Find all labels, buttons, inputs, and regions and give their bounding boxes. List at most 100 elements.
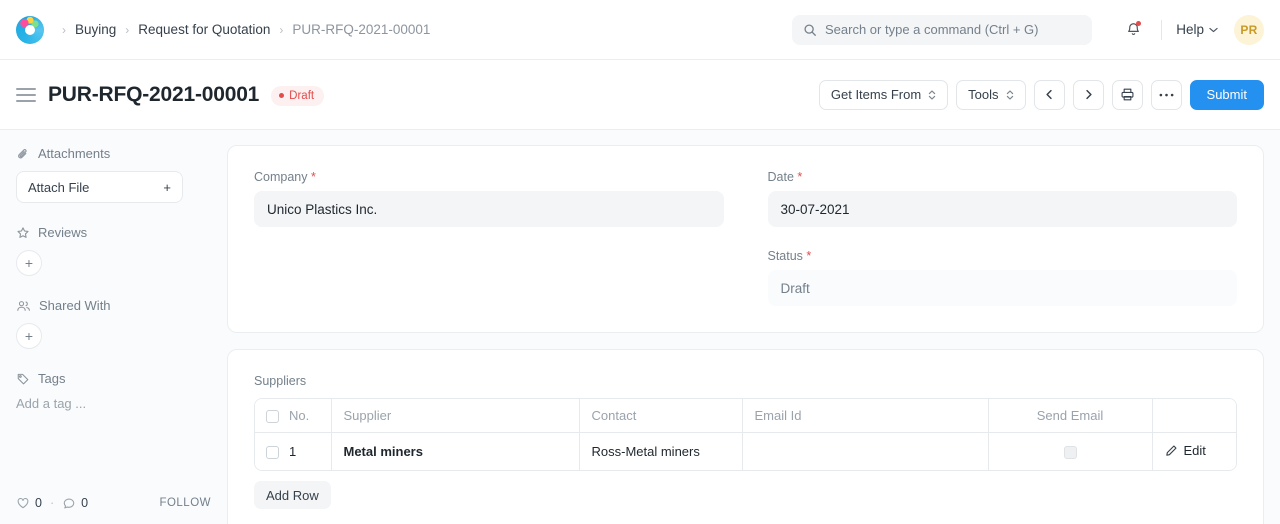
tools-button[interactable]: Tools [956,80,1025,110]
breadcrumb-separator: › [125,23,129,37]
page-body: Attachments Attach File + Reviews + [0,130,1280,524]
column-header-send-email: Send Email [988,399,1152,432]
label-company: Company * [254,170,724,184]
sidebar-label-tags: Tags [38,371,65,386]
tag-icon [16,372,30,386]
sidebar-section-reviews: Reviews [16,225,211,240]
details-card: Company * Unico Plastics Inc. Date * 30-… [227,145,1264,333]
comment-count: 0 [81,496,88,510]
cell-send-email [988,432,1152,470]
required-marker: * [308,170,316,184]
main-content: Company * Unico Plastics Inc. Date * 30-… [227,130,1280,524]
sidebar-section-tags: Tags [16,371,211,386]
help-menu-button[interactable]: Help [1174,18,1220,41]
submit-button[interactable]: Submit [1190,80,1264,110]
breadcrumb: › Buying › Request for Quotation › PUR-R… [62,22,430,37]
comment-counter[interactable]: 0 [62,496,88,510]
navbar-divider [1161,20,1162,40]
more-options-button[interactable] [1151,80,1182,110]
avatar[interactable]: PR [1234,15,1264,45]
heart-icon [16,496,30,510]
column-header-email-id: Email Id [742,399,988,432]
search-input[interactable] [825,22,1081,37]
search-container [792,15,1092,45]
add-review-button[interactable]: + [16,250,42,276]
select-all-checkbox[interactable] [266,410,279,423]
suppliers-section-label: Suppliers [254,374,1237,388]
status-badge: Draft [271,86,324,106]
status-label: Draft [289,90,314,102]
add-row-button[interactable]: Add Row [254,481,331,509]
chevron-down-icon [1209,27,1218,33]
next-document-button[interactable] [1073,80,1104,110]
input-date[interactable]: 30-07-2021 [768,191,1238,227]
sidebar-label-reviews: Reviews [38,225,87,240]
follow-button[interactable]: FOLLOW [159,497,211,509]
cell-supplier[interactable]: Metal miners [331,432,579,470]
star-icon [16,226,30,240]
tools-label: Tools [968,87,998,102]
sidebar: Attachments Attach File + Reviews + [0,130,227,524]
sidebar-footer: 0 · 0 FOLLOW [16,496,211,510]
label-company-text: Company [254,170,308,184]
cell-row-number: 1 [289,432,331,470]
printer-icon [1120,87,1135,102]
comment-icon [62,496,76,510]
label-status-text: Status [768,249,803,263]
like-counter[interactable]: 0 [16,496,42,510]
input-status: Draft [768,270,1238,306]
page-header: PUR-RFQ-2021-00001 Draft Get Items From … [0,60,1280,130]
chevron-left-icon [1044,89,1055,100]
field-company: Company * Unico Plastics Inc. [254,170,724,227]
page-actions: Get Items From Tools [819,80,1264,110]
ellipsis-icon [1159,93,1174,97]
status-dot-icon [279,93,284,98]
row-select-checkbox[interactable] [266,446,279,459]
hamburger-icon[interactable] [16,88,36,102]
paperclip-icon [16,147,30,161]
edit-row-button[interactable]: Edit [1165,443,1206,458]
print-button[interactable] [1112,80,1143,110]
sidebar-section-shared-with: Shared With [16,298,211,313]
search-icon [803,23,817,37]
previous-document-button[interactable] [1034,80,1065,110]
plus-icon: + [163,180,171,195]
breadcrumb-separator: › [279,23,283,37]
required-marker: * [803,249,811,263]
breadcrumb-separator: › [62,23,66,37]
table-header-row: No. Supplier Contact Email Id Send Email [255,399,1236,432]
top-navbar: › Buying › Request for Quotation › PUR-R… [0,0,1280,60]
get-items-from-button[interactable]: Get Items From [819,80,948,110]
column-header-supplier: Supplier [331,399,579,432]
breadcrumb-item-buying[interactable]: Buying [75,22,116,37]
input-company[interactable]: Unico Plastics Inc. [254,191,724,227]
suppliers-card: Suppliers No. Supplier Contact Email Id … [227,349,1264,524]
cell-email-id[interactable] [742,432,988,470]
add-shared-with-button[interactable]: + [16,323,42,349]
field-status: Status * Draft [768,249,1238,306]
column-header-contact: Contact [579,399,742,432]
column-header-no: No. [289,399,331,432]
attach-file-label: Attach File [28,180,89,195]
pencil-icon [1165,444,1178,457]
edit-label: Edit [1184,443,1206,458]
field-date: Date * 30-07-2021 [768,170,1238,227]
sidebar-label-attachments: Attachments [38,146,110,161]
add-tag-input[interactable]: Add a tag ... [16,396,211,411]
cell-edit: Edit [1152,432,1236,470]
frappe-logo-icon[interactable] [16,16,44,44]
notification-dot [1136,21,1141,26]
breadcrumb-item-request-for-quotation[interactable]: Request for Quotation [138,22,270,37]
table-row[interactable]: 1 Metal miners Ross-Metal miners [255,432,1236,470]
label-status: Status * [768,249,1238,263]
search-box[interactable] [792,15,1092,45]
row-select-cell [255,432,289,470]
cell-contact[interactable]: Ross-Metal miners [579,432,742,470]
send-email-checkbox[interactable] [1064,446,1077,459]
users-icon [16,299,31,313]
breadcrumb-item-current: PUR-RFQ-2021-00001 [292,22,430,37]
sidebar-section-attachments: Attachments [16,146,211,161]
attach-file-button[interactable]: Attach File + [16,171,183,203]
notifications-button[interactable] [1117,14,1149,46]
select-all-header [255,399,289,432]
